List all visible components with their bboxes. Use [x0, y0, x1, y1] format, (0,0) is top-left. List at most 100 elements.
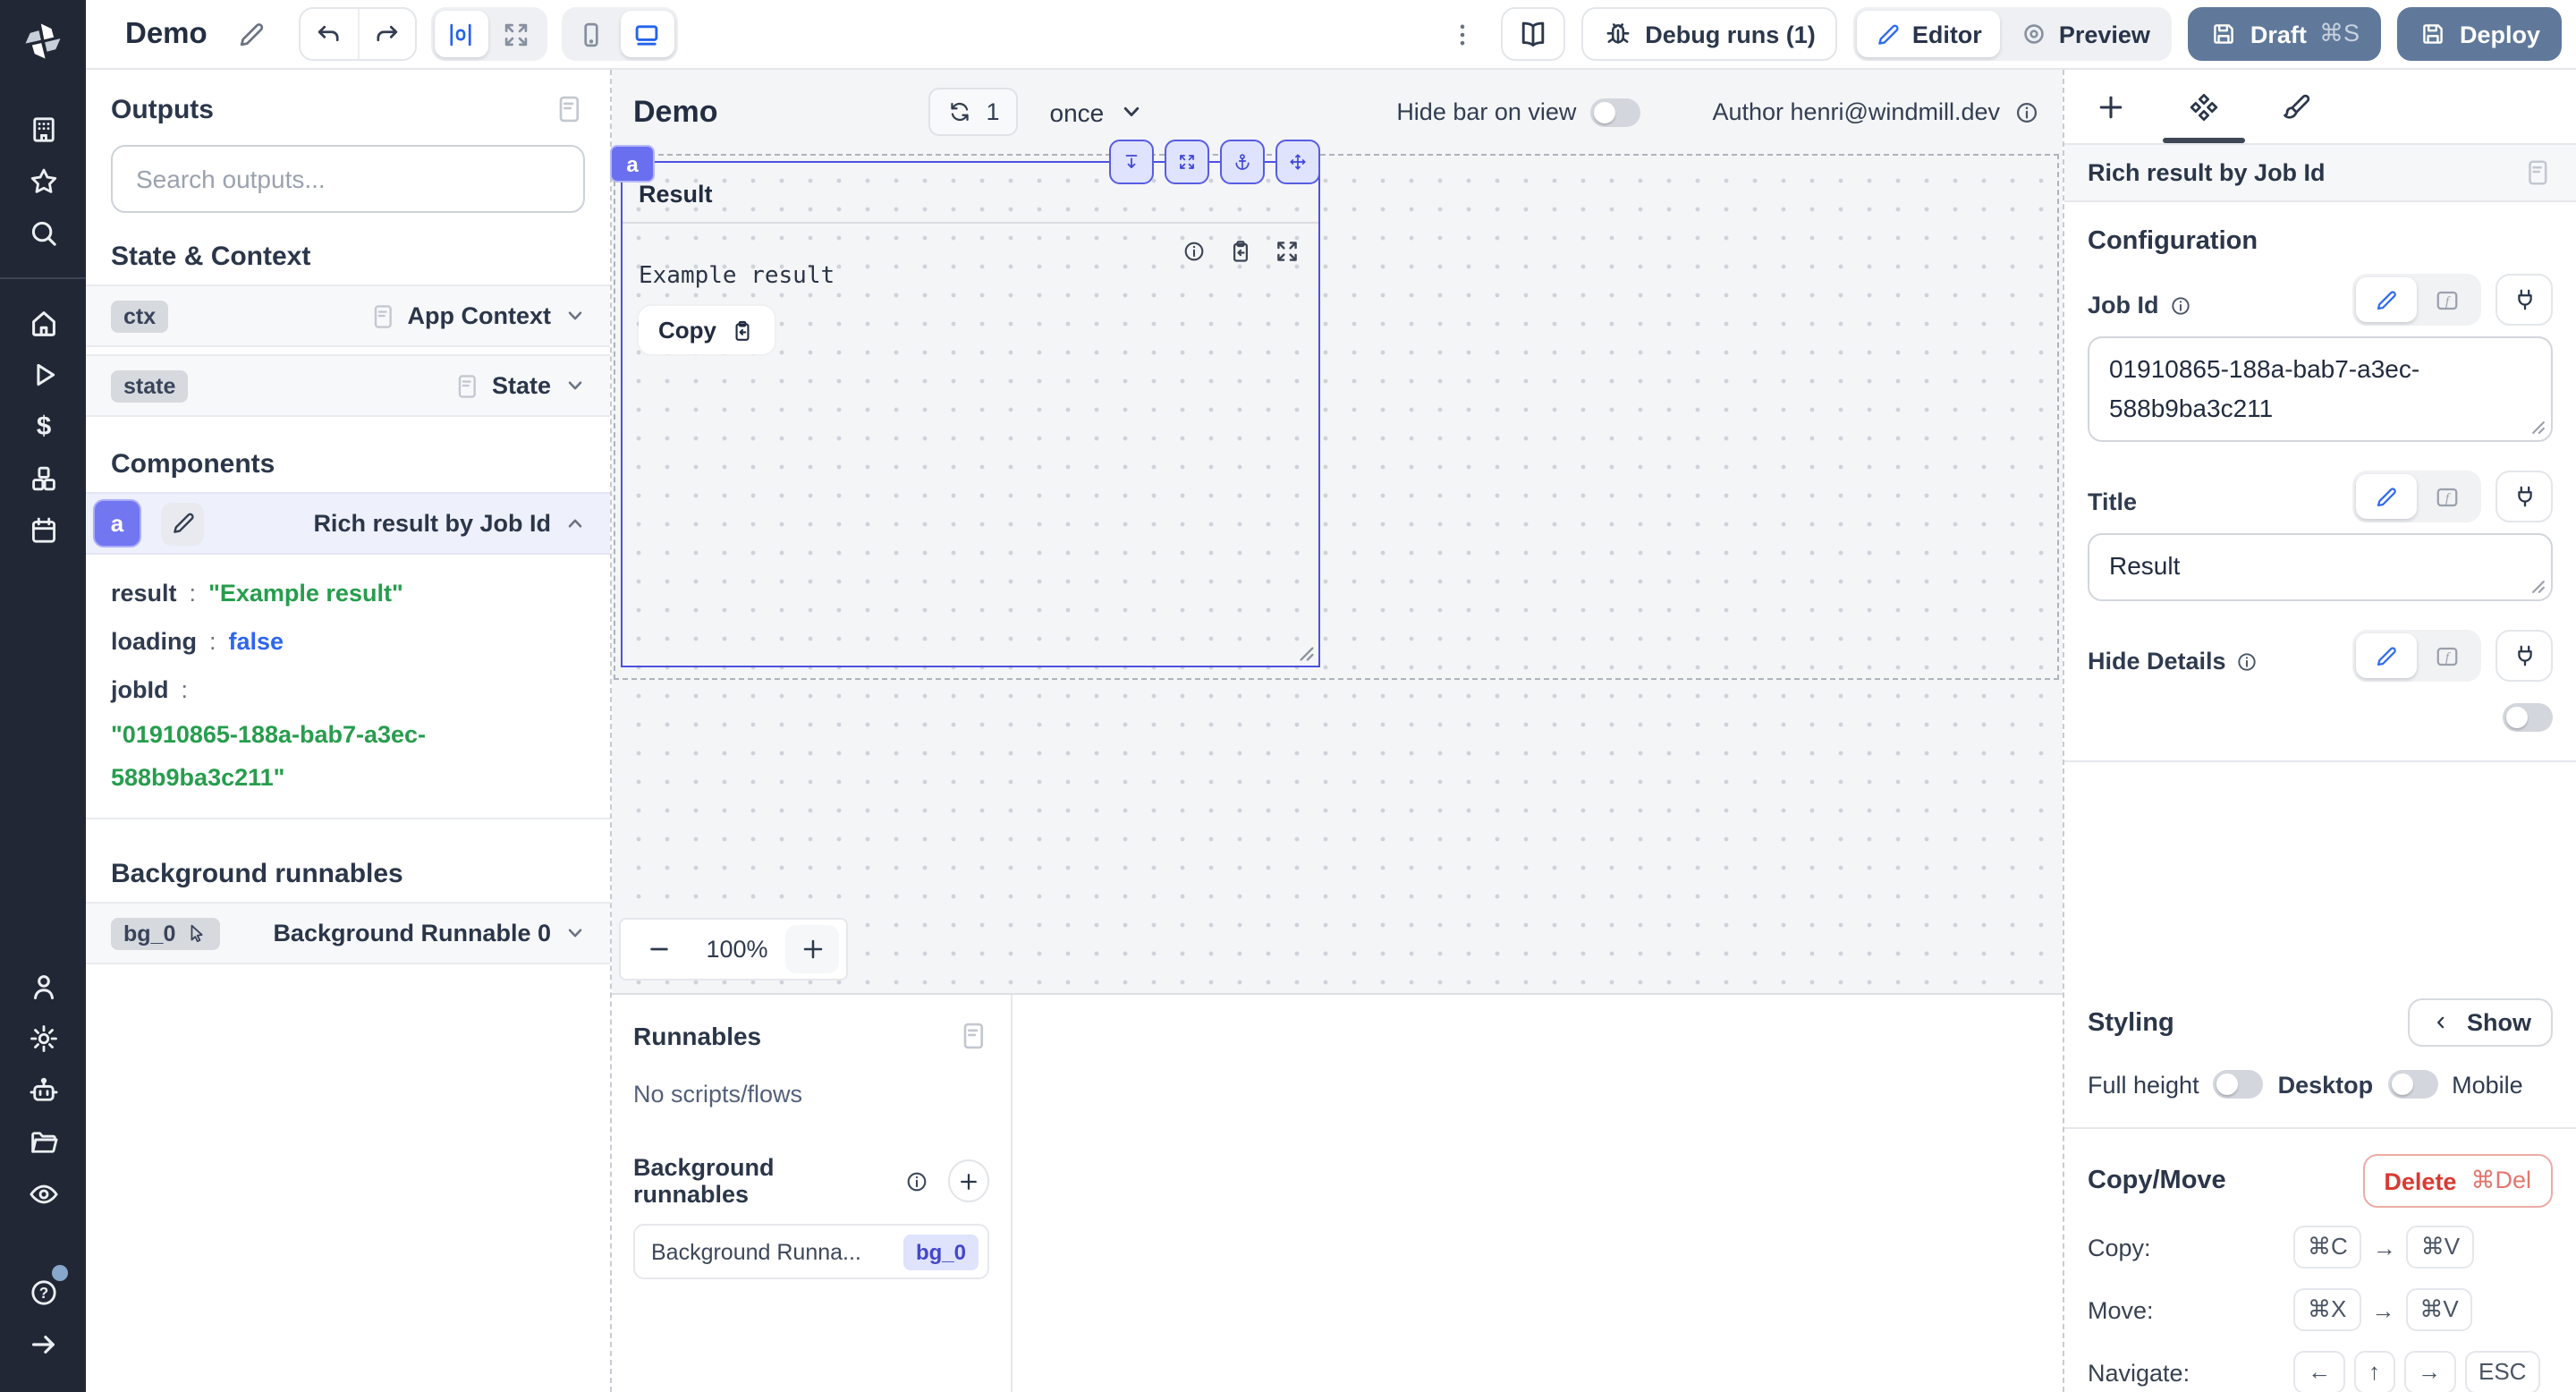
doc-icon[interactable] [2522, 157, 2553, 188]
undo-button[interactable] [300, 9, 358, 59]
runs-icon[interactable] [14, 349, 72, 401]
add-background-runnable-button[interactable] [947, 1159, 989, 1202]
expand-button[interactable] [1165, 140, 1209, 184]
chevron-up-icon[interactable] [562, 510, 589, 537]
chevron-down-icon[interactable] [562, 920, 589, 946]
info-icon[interactable] [1181, 238, 1208, 265]
audit-logs-icon[interactable] [14, 1168, 72, 1220]
background-runnable-item[interactable]: Background Runna... bg_0 [633, 1224, 989, 1279]
eval-input-button[interactable] [2417, 277, 2478, 322]
static-input-button[interactable] [2356, 277, 2417, 322]
hide-bar-toggle[interactable] [1590, 98, 1641, 126]
workspace-icon[interactable] [14, 104, 72, 156]
docs-button[interactable] [1500, 7, 1565, 61]
prop-loading[interactable]: loading: false [111, 617, 585, 666]
delete-component-button[interactable]: Delete ⌘Del [2362, 1154, 2553, 1209]
help-icon[interactable] [14, 1265, 72, 1319]
expand-icon[interactable] [1274, 238, 1301, 265]
debug-runs-button[interactable]: Debug runs (1) [1580, 7, 1837, 61]
insert-component-tab[interactable] [2064, 70, 2157, 143]
eval-input-button[interactable] [2417, 475, 2478, 520]
windmill-logo[interactable] [0, 0, 86, 82]
edit-title-button[interactable] [229, 12, 274, 56]
fill-height-button[interactable] [1109, 140, 1154, 184]
hide-details-toggle[interactable] [2503, 703, 2553, 733]
output-row-ctx[interactable]: ctx App Context [86, 284, 610, 347]
home-icon[interactable] [14, 297, 72, 349]
refresh-count-button[interactable]: 1 [928, 88, 1018, 136]
ai-assistant-icon[interactable] [14, 1065, 72, 1116]
title-input[interactable]: Result [2088, 533, 2553, 602]
move-button[interactable] [1275, 140, 1320, 184]
runnables-doc-icon[interactable] [957, 1020, 989, 1052]
prop-result[interactable]: result: "Example result" [111, 569, 585, 617]
components-title: Components [111, 449, 275, 480]
centered-layout-button[interactable] [434, 11, 488, 57]
run-count: 1 [986, 98, 1000, 125]
outputs-doc-icon[interactable] [553, 93, 585, 125]
styling-tab[interactable] [2250, 70, 2343, 143]
shortcut-keys: ← ↑ → ESC [2293, 1351, 2541, 1392]
copy-result-button[interactable]: Copy [639, 306, 774, 354]
redo-button[interactable] [357, 9, 415, 59]
search-icon[interactable] [14, 208, 72, 259]
job-id-input[interactable]: 01910865-188a-bab7-a3ec-588b9ba3c211 [2088, 336, 2553, 443]
desktop-toggle[interactable] [2387, 1070, 2438, 1099]
component-settings-tab[interactable] [2157, 70, 2250, 143]
info-icon[interactable] [902, 1167, 929, 1194]
resources-icon[interactable] [14, 453, 72, 505]
zoom-out-button[interactable] [628, 925, 689, 973]
static-input-button[interactable] [2356, 633, 2417, 679]
resize-handle[interactable] [1297, 644, 1317, 664]
chevron-down-icon[interactable] [562, 372, 589, 399]
deploy-button[interactable]: Deploy [2396, 7, 2562, 61]
variables-icon[interactable] [14, 401, 72, 453]
users-icon[interactable] [14, 961, 72, 1013]
fullscreen-layout-button[interactable] [490, 11, 544, 57]
folders-icon[interactable] [14, 1116, 72, 1168]
clipboard-icon[interactable] [1227, 238, 1254, 265]
eval-input-button[interactable] [2417, 633, 2478, 678]
settings-icon[interactable] [14, 1013, 72, 1065]
connect-input-button[interactable] [2496, 471, 2553, 523]
selected-component[interactable]: a Result Example result Copy [610, 140, 1320, 667]
prop-key: loading [111, 628, 197, 655]
layout-toggle-group [430, 7, 547, 61]
info-icon[interactable] [2168, 293, 2193, 318]
prop-jobid[interactable]: jobId: [111, 666, 585, 714]
book-icon [1516, 18, 1548, 50]
more-menu-button[interactable] [1439, 12, 1484, 56]
connect-input-button[interactable] [2496, 274, 2553, 326]
full-height-toggle[interactable] [2213, 1070, 2264, 1099]
doc-icon [453, 371, 481, 400]
mobile-label: Mobile [2452, 1071, 2523, 1099]
bg-runnable-item-label: Background Runna... [651, 1239, 861, 1264]
schedules-icon[interactable] [14, 505, 72, 556]
preview-tab[interactable]: Preview [2002, 11, 2168, 57]
desktop-view-button[interactable] [620, 11, 674, 57]
kebab-icon [1446, 19, 1477, 49]
outputs-search[interactable] [111, 145, 585, 213]
anchor-button[interactable] [1220, 140, 1265, 184]
draft-button[interactable]: Draft ⌘S [2187, 7, 2381, 61]
info-icon[interactable] [2235, 649, 2260, 674]
chevron-down-icon[interactable] [562, 302, 589, 329]
kbd-key: ⌘V [2405, 1288, 2473, 1331]
favorites-icon[interactable] [14, 156, 72, 208]
info-icon[interactable] [2012, 98, 2041, 126]
output-row-state[interactable]: state State [86, 354, 610, 417]
static-input-button[interactable] [2356, 474, 2417, 520]
editor-tab[interactable]: Editor [1856, 11, 2000, 57]
run-mode-dropdown[interactable]: once [1050, 97, 1148, 127]
mobile-view-button[interactable] [565, 11, 619, 57]
canvas-grid[interactable]: a Result Example result Copy 100% [610, 140, 2063, 993]
connect-input-button[interactable] [2496, 630, 2553, 683]
zoom-in-button[interactable] [785, 925, 839, 973]
component-row[interactable]: a Rich result by Job Id [86, 492, 610, 555]
chevron-down-icon [1116, 97, 1147, 127]
search-outputs-input[interactable] [132, 163, 564, 195]
collapse-sidebar-icon[interactable] [14, 1319, 72, 1371]
background-runnable-row[interactable]: bg_0 Background Runnable 0 [86, 902, 610, 964]
rename-component-button[interactable] [161, 502, 204, 545]
show-styling-button[interactable]: Show [2408, 998, 2553, 1048]
